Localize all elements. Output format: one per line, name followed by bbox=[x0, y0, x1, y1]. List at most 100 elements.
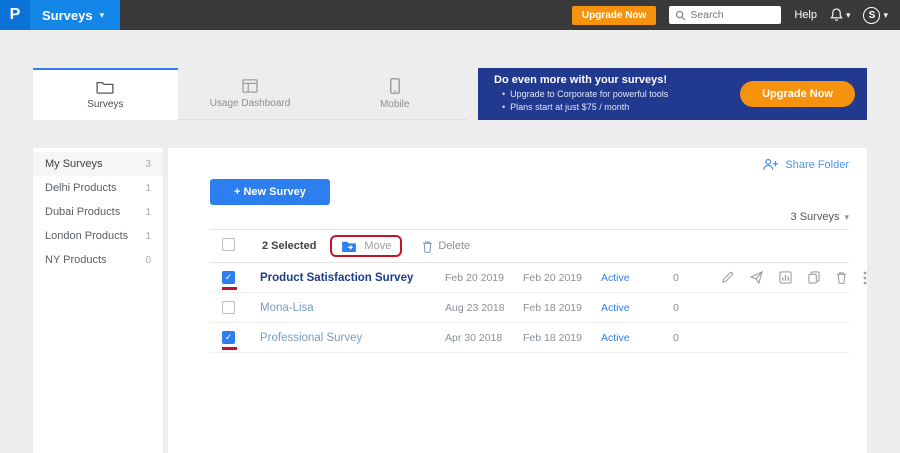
created-date: Apr 30 2018 bbox=[445, 332, 523, 344]
table-row: Mona-Lisa Aug 23 2018 Feb 18 2019 Active… bbox=[210, 293, 849, 323]
content-row: My Surveys 3 Delhi Products 1 Dubai Prod… bbox=[33, 148, 867, 453]
responses-count: 0 bbox=[673, 332, 721, 344]
survey-name-link[interactable]: Professional Survey bbox=[260, 332, 445, 344]
search-icon bbox=[675, 10, 686, 21]
sidebar-item-count: 3 bbox=[145, 159, 151, 170]
search-box[interactable] bbox=[669, 6, 781, 24]
tab-label: Surveys bbox=[87, 99, 123, 110]
tab-usage-dashboard[interactable]: Usage Dashboard bbox=[178, 68, 323, 120]
analytics-icon[interactable] bbox=[779, 271, 792, 284]
row-checkbox-cell bbox=[222, 293, 260, 322]
delete-button[interactable]: Delete bbox=[422, 240, 470, 253]
status-label: Active bbox=[601, 302, 673, 314]
upgrade-now-button[interactable]: Upgrade Now bbox=[572, 6, 656, 25]
edit-icon[interactable] bbox=[721, 271, 734, 284]
tab-bar: Surveys Usage Dashboard Mobile bbox=[33, 68, 467, 120]
row-checkbox-cell bbox=[222, 323, 260, 352]
selected-count-label: 2 Selected bbox=[262, 240, 316, 252]
status-label: Active bbox=[601, 332, 673, 344]
copy-icon[interactable] bbox=[808, 271, 820, 284]
status-label: Active bbox=[601, 272, 673, 284]
survey-name-link[interactable]: Product Satisfaction Survey bbox=[260, 272, 445, 284]
chevron-down-icon: ▾ bbox=[846, 10, 851, 21]
surveys-panel: Share Folder + New Survey 3 Surveys ▾ 2 … bbox=[168, 148, 867, 453]
sidebar-item-ny-products[interactable]: NY Products 0 bbox=[33, 248, 163, 272]
top-row: Surveys Usage Dashboard Mobile Do even m… bbox=[33, 68, 867, 120]
promo-text: Do even more with your surveys! Upgrade … bbox=[494, 74, 668, 114]
annotation-underline bbox=[222, 287, 237, 290]
modified-date: Feb 20 2019 bbox=[523, 272, 601, 284]
surveys-count-dropdown[interactable]: 3 Surveys ▾ bbox=[210, 211, 849, 223]
sidebar-item-label: NY Products bbox=[45, 254, 107, 266]
tab-surveys[interactable]: Surveys bbox=[33, 68, 178, 120]
brand: P Surveys ▾ bbox=[0, 0, 120, 30]
topbar: P Surveys ▾ Upgrade Now Help ▾ S ▾ bbox=[0, 0, 900, 30]
trash-icon[interactable] bbox=[836, 271, 847, 284]
topbar-right: Upgrade Now Help ▾ S ▾ bbox=[572, 6, 900, 25]
sidebar-item-label: Delhi Products bbox=[45, 182, 117, 194]
promo-bullet: Plans start at just $75 / month bbox=[502, 101, 668, 114]
row-checkbox[interactable] bbox=[222, 301, 235, 314]
move-button[interactable]: Move bbox=[330, 235, 402, 257]
sidebar-item-count: 1 bbox=[145, 231, 151, 242]
table-row: Product Satisfaction Survey Feb 20 2019 … bbox=[210, 263, 849, 293]
sidebar-item-label: Dubai Products bbox=[45, 206, 120, 218]
tab-label: Mobile bbox=[380, 99, 409, 110]
sidebar-item-london-products[interactable]: London Products 1 bbox=[33, 224, 163, 248]
folder-icon bbox=[96, 80, 114, 94]
sidebar-item-label: My Surveys bbox=[45, 158, 102, 170]
chevron-down-icon: ▾ bbox=[883, 10, 888, 21]
more-options-icon[interactable] bbox=[863, 271, 867, 285]
select-all-cell bbox=[222, 230, 260, 262]
row-checkbox[interactable] bbox=[222, 331, 235, 344]
row-checkbox[interactable] bbox=[222, 271, 235, 284]
promo-title: Do even more with your surveys! bbox=[494, 74, 668, 86]
folders-sidebar: My Surveys 3 Delhi Products 1 Dubai Prod… bbox=[33, 148, 163, 453]
move-folder-icon bbox=[341, 240, 357, 252]
modified-date: Feb 18 2019 bbox=[523, 332, 601, 344]
row-checkbox-cell bbox=[222, 263, 260, 292]
tab-label: Usage Dashboard bbox=[210, 98, 291, 109]
new-survey-button[interactable]: + New Survey bbox=[210, 179, 330, 205]
responses-count: 0 bbox=[673, 302, 721, 314]
new-survey-row: + New Survey bbox=[210, 179, 849, 205]
bell-icon bbox=[830, 8, 843, 22]
sidebar-item-delhi-products[interactable]: Delhi Products 1 bbox=[33, 176, 163, 200]
annotation-underline bbox=[222, 347, 237, 350]
created-date: Feb 20 2019 bbox=[445, 272, 523, 284]
mobile-icon bbox=[390, 78, 400, 94]
sidebar-item-my-surveys[interactable]: My Surveys 3 bbox=[33, 152, 163, 176]
share-folder-label: Share Folder bbox=[785, 159, 849, 171]
chevron-down-icon: ▾ bbox=[844, 212, 849, 223]
help-link[interactable]: Help bbox=[794, 9, 817, 21]
sidebar-item-count: 1 bbox=[145, 183, 151, 194]
created-date: Aug 23 2018 bbox=[445, 302, 523, 314]
surveys-count-label: 3 Surveys bbox=[791, 211, 840, 223]
surveys-menu-label: Surveys bbox=[42, 8, 93, 23]
promo-upgrade-button[interactable]: Upgrade Now bbox=[740, 81, 855, 107]
sidebar-item-count: 0 bbox=[145, 255, 151, 266]
tab-mobile[interactable]: Mobile bbox=[322, 68, 467, 120]
avatar: S bbox=[863, 7, 880, 24]
share-folder-icon bbox=[762, 158, 779, 171]
send-icon[interactable] bbox=[750, 271, 763, 284]
promo-bullet: Upgrade to Corporate for powerful tools bbox=[502, 88, 668, 101]
sidebar-item-label: London Products bbox=[45, 230, 128, 242]
share-folder-link[interactable]: Share Folder bbox=[210, 158, 849, 171]
surveys-app-menu[interactable]: Surveys ▾ bbox=[30, 0, 120, 30]
promo-banner: Do even more with your surveys! Upgrade … bbox=[478, 68, 867, 120]
trash-icon bbox=[422, 240, 433, 253]
search-input[interactable] bbox=[690, 9, 775, 21]
row-actions bbox=[721, 271, 867, 285]
select-all-checkbox[interactable] bbox=[222, 238, 235, 251]
account-menu[interactable]: S ▾ bbox=[863, 7, 888, 24]
notifications-button[interactable]: ▾ bbox=[830, 8, 851, 22]
survey-name-link[interactable]: Mona-Lisa bbox=[260, 302, 445, 314]
promo-bullets: Upgrade to Corporate for powerful tools … bbox=[494, 88, 668, 114]
selection-bar: 2 Selected Move Delete bbox=[210, 229, 849, 263]
surveys-table: 2 Selected Move Delete bbox=[210, 229, 849, 353]
chevron-down-icon: ▾ bbox=[100, 10, 105, 21]
delete-button-label: Delete bbox=[438, 240, 470, 252]
app-logo[interactable]: P bbox=[0, 0, 30, 30]
sidebar-item-dubai-products[interactable]: Dubai Products 1 bbox=[33, 200, 163, 224]
